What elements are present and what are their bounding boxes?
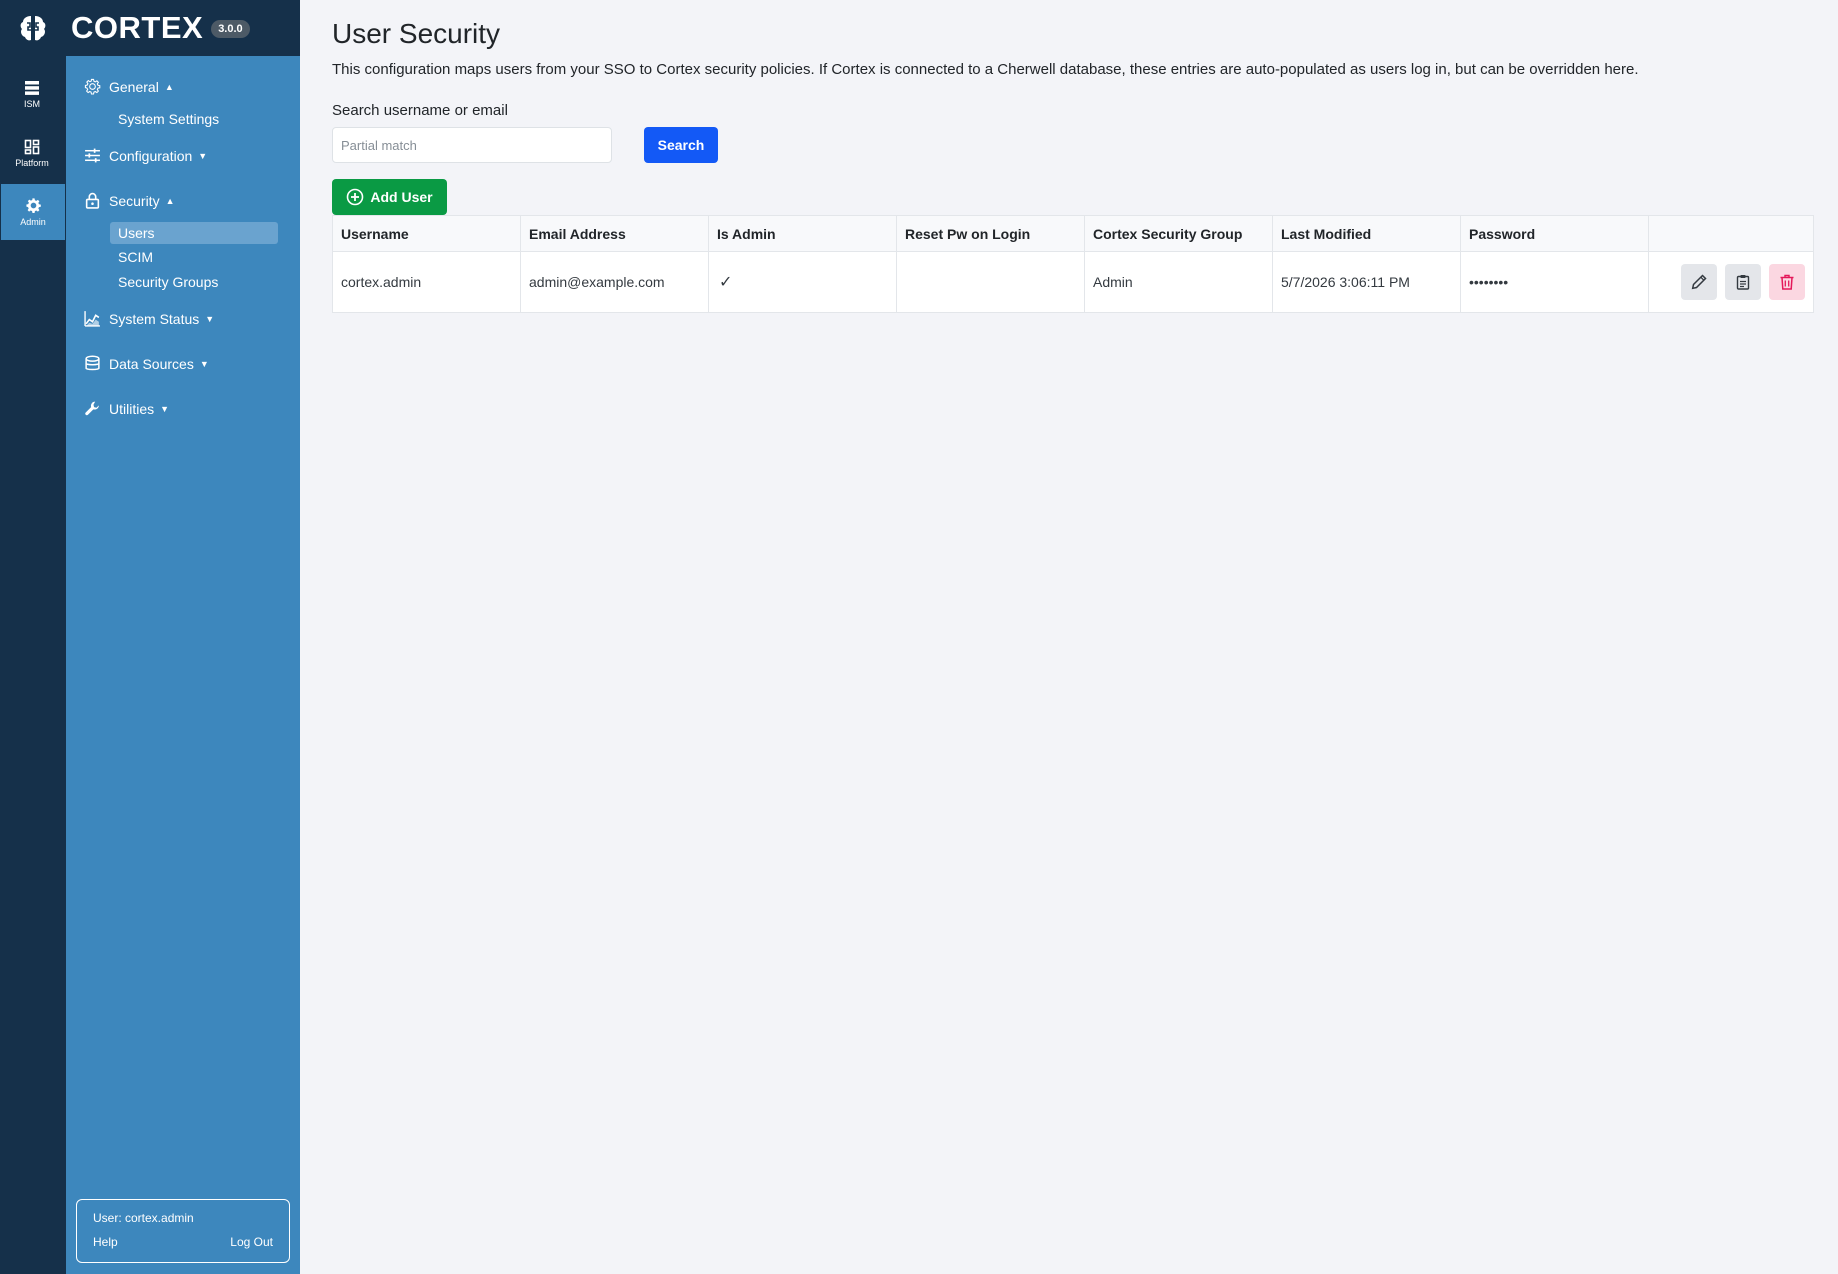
version-badge: 3.0.0 bbox=[211, 20, 250, 38]
search-input[interactable] bbox=[332, 127, 612, 163]
cell-last-modified: 5/7/2026 3:06:11 PM bbox=[1272, 251, 1461, 313]
server-icon bbox=[25, 80, 39, 95]
sidebar-item-system-settings[interactable]: System Settings bbox=[110, 108, 278, 130]
clipboard-icon bbox=[1736, 275, 1750, 290]
dashboard-icon bbox=[24, 139, 40, 154]
table-header-row: Username Email Address Is Admin Reset Pw… bbox=[332, 215, 1814, 252]
sidebar: General ▲ System Settings Configuration … bbox=[66, 56, 300, 1274]
sidebar-section-label: General bbox=[109, 78, 159, 95]
sidebar-section-system-status[interactable]: System Status ▼ bbox=[84, 310, 214, 327]
lock-icon bbox=[85, 192, 100, 209]
add-user-button[interactable]: Add User bbox=[332, 179, 447, 215]
cell-password: •••••••• bbox=[1460, 251, 1649, 313]
cell-email: admin@example.com bbox=[520, 251, 709, 313]
pencil-icon bbox=[1691, 274, 1707, 290]
column-header-email[interactable]: Email Address bbox=[520, 215, 709, 252]
rail-item-admin[interactable]: Admin bbox=[1, 184, 65, 240]
gear-icon bbox=[84, 78, 101, 95]
sidebar-item-security-groups[interactable]: Security Groups bbox=[110, 271, 278, 293]
trash-icon bbox=[1780, 274, 1794, 290]
rail-label: Platform bbox=[15, 157, 49, 168]
delete-button[interactable] bbox=[1769, 264, 1805, 300]
sidebar-section-security[interactable]: Security ▲ bbox=[84, 192, 175, 209]
icon-rail: ISM Platform Admin bbox=[0, 56, 66, 1274]
rail-item-ism[interactable]: ISM bbox=[0, 66, 64, 122]
column-header-actions bbox=[1648, 215, 1814, 252]
column-header-username[interactable]: Username bbox=[332, 215, 521, 252]
logout-link[interactable]: Log Out bbox=[230, 1235, 273, 1249]
cell-reset-pw bbox=[896, 251, 1085, 313]
rail-label: ISM bbox=[23, 98, 40, 109]
sidebar-section-label: System Status bbox=[109, 310, 200, 327]
column-header-security-group[interactable]: Cortex Security Group bbox=[1084, 215, 1273, 252]
column-header-reset-pw[interactable]: Reset Pw on Login bbox=[896, 215, 1085, 252]
current-user: User: cortex.admin bbox=[93, 1211, 194, 1225]
rail-item-platform[interactable]: Platform bbox=[0, 125, 64, 181]
chart-line-icon bbox=[84, 311, 100, 327]
column-header-password[interactable]: Password bbox=[1460, 215, 1649, 252]
caret-down-icon: ▼ bbox=[198, 150, 208, 161]
database-icon bbox=[85, 355, 100, 371]
caret-up-icon: ▲ bbox=[165, 195, 175, 206]
sidebar-section-general[interactable]: General ▲ bbox=[84, 78, 174, 95]
plus-circle-icon bbox=[347, 188, 364, 206]
user-box: User: cortex.admin Help Log Out bbox=[76, 1199, 290, 1263]
cortex-logo-icon[interactable] bbox=[0, 0, 66, 56]
caret-down-icon: ▼ bbox=[205, 313, 215, 324]
brand-bar: CORTEX 3.0.0 bbox=[0, 0, 300, 56]
add-user-label: Add User bbox=[370, 189, 433, 205]
sidebar-section-data-sources[interactable]: Data Sources ▼ bbox=[84, 355, 209, 372]
page-description: This configuration maps users from your … bbox=[332, 61, 1639, 78]
edit-button[interactable] bbox=[1681, 264, 1717, 300]
sliders-icon bbox=[85, 148, 100, 163]
copy-button[interactable] bbox=[1725, 264, 1761, 300]
cell-is-admin: ✓ bbox=[708, 251, 897, 313]
page-title: User Security bbox=[332, 18, 501, 49]
checkmark-icon: ✓ bbox=[719, 274, 733, 291]
cell-security-group: Admin bbox=[1084, 251, 1273, 313]
search-label: Search username or email bbox=[332, 102, 508, 119]
cell-username: cortex.admin bbox=[332, 251, 521, 313]
table-row: cortex.admin admin@example.com ✓ Admin 5… bbox=[332, 251, 1814, 313]
gear-icon bbox=[25, 198, 41, 214]
sidebar-section-label: Utilities bbox=[109, 400, 155, 417]
sidebar-section-label: Data Sources bbox=[109, 355, 194, 372]
search-button[interactable]: Search bbox=[644, 127, 718, 163]
sidebar-section-configuration[interactable]: Configuration ▼ bbox=[84, 147, 207, 164]
users-table: Username Email Address Is Admin Reset Pw… bbox=[332, 215, 1814, 313]
column-header-is-admin[interactable]: Is Admin bbox=[708, 215, 897, 252]
sidebar-section-utilities[interactable]: Utilities ▼ bbox=[84, 400, 169, 417]
caret-down-icon: ▼ bbox=[199, 358, 209, 369]
wrench-icon bbox=[85, 401, 99, 416]
sidebar-section-label: Security bbox=[109, 192, 160, 209]
sidebar-section-label: Configuration bbox=[109, 147, 193, 164]
rail-label: Admin bbox=[20, 217, 46, 227]
column-header-last-modified[interactable]: Last Modified bbox=[1272, 215, 1461, 252]
caret-up-icon: ▲ bbox=[164, 81, 174, 92]
cell-actions bbox=[1648, 251, 1814, 313]
caret-down-icon: ▼ bbox=[160, 403, 170, 414]
brand-name: CORTEX bbox=[71, 10, 204, 45]
sidebar-item-users[interactable]: Users bbox=[110, 222, 278, 244]
sidebar-item-scim[interactable]: SCIM bbox=[110, 246, 278, 268]
help-link[interactable]: Help bbox=[93, 1235, 118, 1249]
